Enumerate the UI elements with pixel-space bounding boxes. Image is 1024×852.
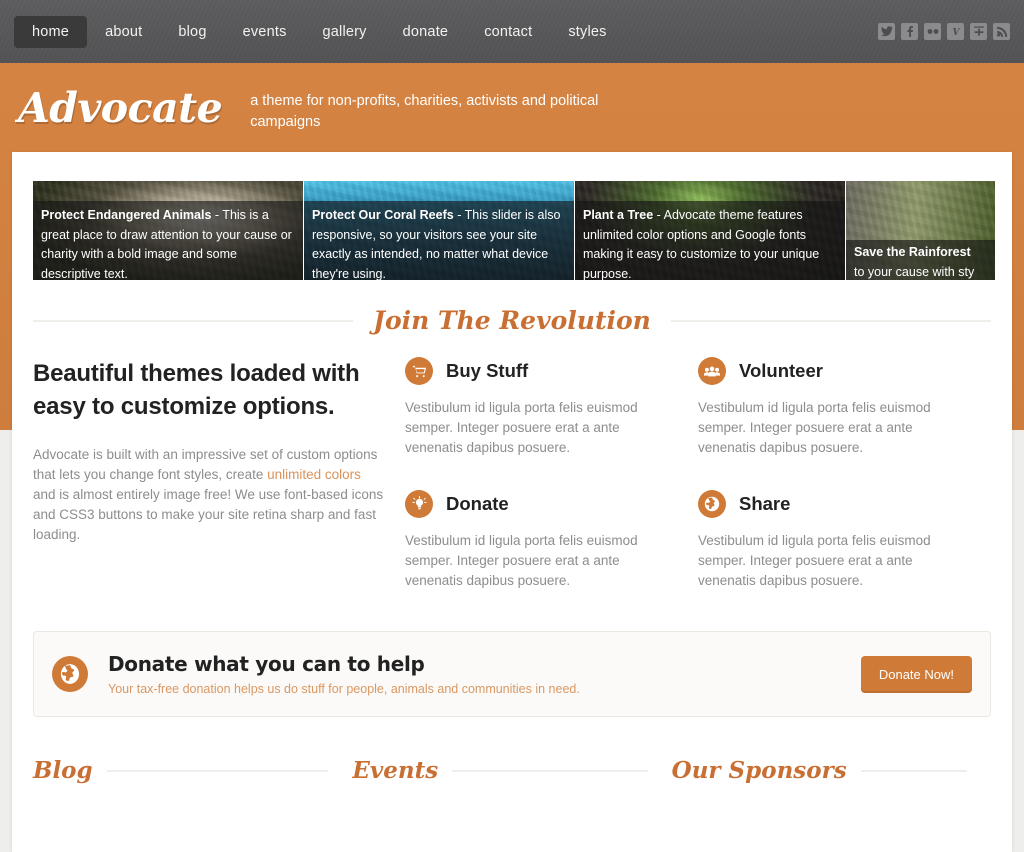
main-columns: Beautiful themes loaded with easy to cus… xyxy=(12,335,1012,623)
section-heading-title: Join The Revolution xyxy=(373,306,651,335)
twitter-icon[interactable] xyxy=(878,23,895,40)
nav-item-contact[interactable]: contact xyxy=(466,16,550,48)
bottom-section-events: Events xyxy=(352,757,671,784)
rss-icon[interactable] xyxy=(993,23,1010,40)
bottom-section-blog: Blog xyxy=(33,757,352,784)
feature-buy-stuff: Buy Stuff Vestibulum id ligula porta fel… xyxy=(405,357,698,458)
slide-1-title: Protect Endangered Animals xyxy=(41,208,212,222)
slide-4[interactable]: Save the Rainforest to your cause with st… xyxy=(846,181,995,280)
feature-donate: Donate Vestibulum id ligula porta felis … xyxy=(405,490,698,591)
lightbulb-icon xyxy=(405,490,433,518)
facebook-icon[interactable] xyxy=(901,23,918,40)
donate-callout-subtitle: Your tax-free donation helps us do stuff… xyxy=(108,682,580,696)
bottom-rule xyxy=(860,769,967,772)
section-heading-row: Join The Revolution xyxy=(12,306,1012,335)
hero-slider[interactable]: Protect Endangered Animals - This is a g… xyxy=(33,181,995,280)
donate-callout: Donate what you can to help Your tax-fre… xyxy=(33,631,991,717)
bottom-rule xyxy=(106,769,329,772)
people-group-icon xyxy=(698,357,726,385)
feature-body: Vestibulum id ligula porta felis euismod… xyxy=(698,400,931,455)
nav-item-styles[interactable]: styles xyxy=(550,16,624,48)
nav-item-events[interactable]: events xyxy=(225,16,305,48)
globe-icon xyxy=(698,490,726,518)
intro-body-part2: and is almost entirely image free! We us… xyxy=(33,487,384,542)
donate-callout-text: Donate what you can to help Your tax-fre… xyxy=(108,652,861,696)
nav-item-about[interactable]: about xyxy=(87,16,160,48)
feature-header: Share xyxy=(698,490,965,518)
feature-title: Share xyxy=(739,493,791,514)
site-tagline: a theme for non-profits, charities, acti… xyxy=(250,92,599,130)
intro-body: Advocate is built with an impressive set… xyxy=(33,445,387,545)
bottom-section-title: Blog xyxy=(33,757,93,784)
intro-column: Beautiful themes loaded with easy to cus… xyxy=(33,357,405,623)
feature-body: Vestibulum id ligula porta felis euismod… xyxy=(698,533,931,588)
feature-volunteer: Volunteer Vestibulum id ligula porta fel… xyxy=(698,357,991,458)
slide-3-caption: Plant a Tree - Advocate theme features u… xyxy=(575,201,845,280)
flickr-icon[interactable] xyxy=(924,23,941,40)
site-logo[interactable]: Advocate xyxy=(18,84,223,132)
heading-rule-right xyxy=(670,319,992,322)
shopping-cart-icon xyxy=(405,357,433,385)
donate-now-button[interactable]: Donate Now! xyxy=(860,655,972,693)
feature-body: Vestibulum id ligula porta felis euismod… xyxy=(405,533,638,588)
vimeo-icon[interactable]: V xyxy=(947,23,964,40)
bottom-section-title: Events xyxy=(352,757,439,784)
feature-share: Share Vestibulum id ligula porta felis e… xyxy=(698,490,991,591)
feature-title: Donate xyxy=(446,493,509,514)
content-container: Protect Endangered Animals - This is a g… xyxy=(12,152,1012,852)
slide-2-caption: Protect Our Coral Reefs - This slider is… xyxy=(304,201,574,280)
feature-header: Buy Stuff xyxy=(405,357,672,385)
slide-1-caption: Protect Endangered Animals - This is a g… xyxy=(33,201,303,280)
nav-item-gallery[interactable]: gallery xyxy=(305,16,385,48)
slide-4-body: to your cause with sty xyxy=(854,264,975,279)
slide-3-title: Plant a Tree xyxy=(583,208,654,222)
feature-title: Buy Stuff xyxy=(446,360,529,381)
svg-text:V: V xyxy=(952,28,960,37)
intro-heading: Beautiful themes loaded with easy to cus… xyxy=(33,360,360,420)
donate-callout-title: Donate what you can to help xyxy=(108,652,425,676)
bottom-section-sponsors: Our Sponsors xyxy=(672,757,991,784)
top-navigation-bar: home about blog events gallery donate co… xyxy=(0,0,1024,63)
nav-item-home[interactable]: home xyxy=(14,15,88,48)
features-grid: Buy Stuff Vestibulum id ligula porta fel… xyxy=(405,357,991,623)
slide-4-title: Save the Rainforest xyxy=(854,245,971,259)
slide-1[interactable]: Protect Endangered Animals - This is a g… xyxy=(33,181,303,280)
feature-title: Volunteer xyxy=(739,360,823,381)
feature-header: Donate xyxy=(405,490,672,518)
feature-header: Volunteer xyxy=(698,357,965,385)
unlimited-colors-link[interactable]: unlimited colors xyxy=(267,467,361,482)
bottom-sections: Blog Events Our Sponsors xyxy=(33,757,991,784)
globe-icon xyxy=(52,656,88,692)
site-header: Advocate a theme for non-profits, charit… xyxy=(0,63,1024,152)
google-plus-icon[interactable] xyxy=(970,23,987,40)
social-links: V xyxy=(878,23,1010,40)
bottom-rule xyxy=(452,769,648,772)
feature-body: Vestibulum id ligula porta felis euismod… xyxy=(405,400,638,455)
heading-rule-left xyxy=(33,319,354,322)
slide-2-title: Protect Our Coral Reefs xyxy=(312,208,454,222)
bottom-section-title: Our Sponsors xyxy=(671,757,847,784)
nav-item-blog[interactable]: blog xyxy=(160,16,224,48)
slide-3[interactable]: Plant a Tree - Advocate theme features u… xyxy=(575,181,845,280)
slide-4-caption: Save the Rainforest to your cause with st… xyxy=(846,240,995,280)
nav-item-donate[interactable]: donate xyxy=(385,16,467,48)
slide-2[interactable]: Protect Our Coral Reefs - This slider is… xyxy=(304,181,574,280)
primary-nav: home about blog events gallery donate co… xyxy=(14,15,625,48)
